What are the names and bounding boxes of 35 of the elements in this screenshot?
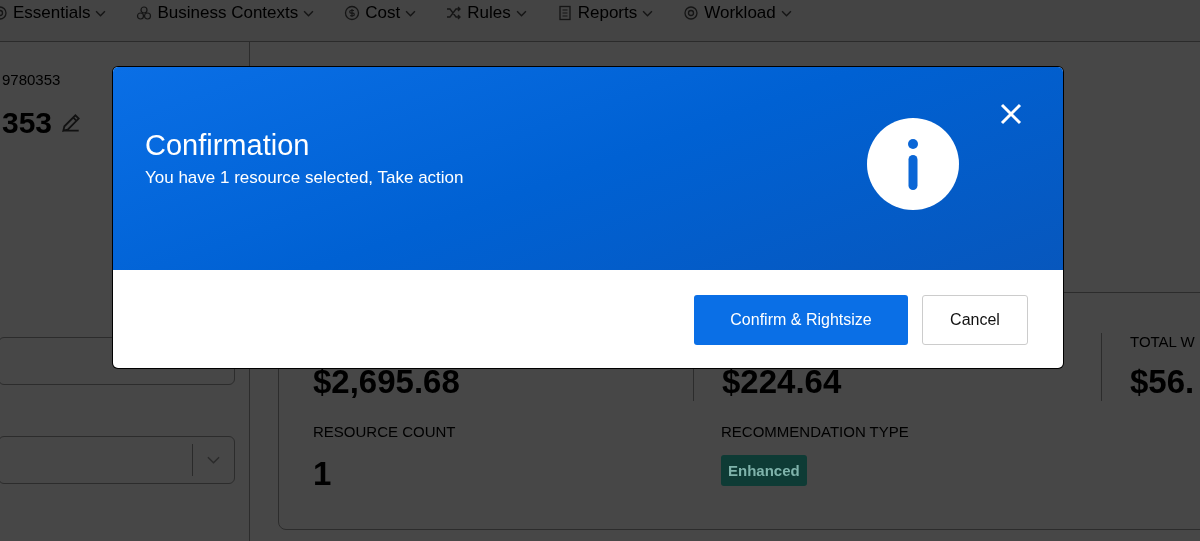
caret-icon (95, 9, 107, 17)
resource-name: 353 (2, 106, 53, 140)
nav-menu[interactable]: Rules (446, 3, 527, 23)
metric-value: $56. (1130, 363, 1196, 401)
metric-value: 1 (313, 455, 333, 493)
dialog-message: You have 1 resource selected, Take action (145, 168, 465, 188)
pencil-icon[interactable] (60, 112, 83, 134)
resource-id: 9780353 (2, 71, 62, 88)
nav-menu[interactable]: Business Contexts (136, 3, 315, 23)
dialog-title: Confirmation (145, 129, 311, 162)
close-icon[interactable] (1000, 103, 1022, 125)
metric-value: $2,695.68 (313, 363, 461, 401)
confirm-button[interactable]: Confirm & Rightsize (694, 295, 908, 345)
caret-icon (303, 9, 315, 17)
info-icon (867, 117, 959, 210)
nav-menu[interactable]: Cost (344, 3, 417, 23)
dollar-coin-icon (344, 5, 361, 21)
nav-menu[interactable]: Reports (556, 3, 654, 23)
document-icon (556, 5, 573, 21)
caret-icon (642, 9, 654, 17)
caret-icon (515, 9, 527, 17)
metric-label: TOTAL W (1130, 333, 1195, 350)
caret-icon (405, 9, 417, 17)
caret-icon (207, 456, 220, 464)
cubes-icon (136, 5, 153, 21)
cancel-button[interactable]: Cancel (922, 295, 1028, 345)
metric-label: RESOURCE COUNT (313, 423, 457, 441)
nav-menu[interactable]: Workload (683, 3, 792, 23)
metric-label: RECOMMENDATION TYPE (721, 423, 910, 441)
recommendation-badge: Enhanced (721, 455, 807, 486)
nav-menu[interactable]: Essentials (0, 3, 107, 23)
gear-icon (683, 5, 700, 21)
caret-icon (780, 9, 792, 17)
metric-value: $224.64 (722, 363, 843, 401)
shuffle-icon (446, 5, 463, 21)
